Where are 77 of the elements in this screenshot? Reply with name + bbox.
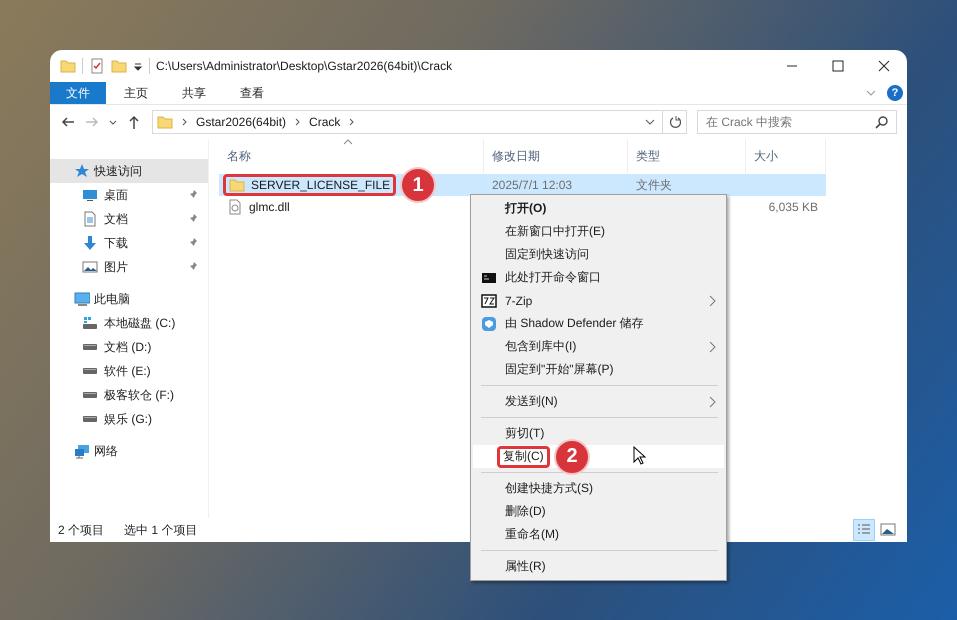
refresh-icon [668,115,681,129]
column-header[interactable]: 修改日期 [484,139,628,173]
table-cell: 2025/7/1 12:03 [492,178,572,192]
sidebar-item[interactable]: 网络 [50,439,208,463]
address-bar[interactable]: Gstar2026(64bit) Crack [152,110,664,134]
table-cell: 文件夹 [636,178,672,192]
refresh-button[interactable] [663,110,687,134]
file-icon [227,199,243,215]
menu-item[interactable]: 由 Shadow Defender 储存 [473,312,724,335]
menu-item[interactable]: 7-Zip [473,289,724,312]
chevron-right-icon [181,116,188,128]
item-count: 2 个项目 [58,522,104,538]
sidebar-item[interactable]: 图片 [50,255,208,279]
file-name: glmc.dll [249,200,290,214]
search-field[interactable]: 在 Crack 中搜索 [697,110,897,134]
file-name: SERVER_LICENSE_FILE [251,178,390,192]
menu-item[interactable]: 删除(D) [473,500,724,523]
drive-icon [83,344,97,350]
ribbon-tab[interactable]: 主页 [108,82,164,104]
menu-item[interactable]: 包含到库中(I) [473,335,724,358]
menu-item-label: 复制(C) [503,448,544,465]
view-button[interactable] [853,519,875,541]
sidebar-item[interactable]: 文档 (D:) [50,335,208,359]
sidebar-item[interactable]: 软件 (E:) [50,359,208,383]
drive-icon [83,368,97,374]
sidebar-item[interactable]: 桌面 [50,183,208,207]
sidebar-item[interactable]: 本地磁盘 (C:) [50,311,208,335]
search-icon [875,115,889,129]
ribbon-tab[interactable]: 文件 [50,82,106,104]
step-badge: 1 [400,167,436,203]
menu-item[interactable]: 创建快捷方式(S) [473,477,724,500]
sidebar-item[interactable]: 文档 [50,207,208,231]
sidebar-item[interactable]: 极客软仓 (F:) [50,383,208,407]
drive-icon [83,416,97,422]
close-icon [878,60,890,72]
archive-icon [481,292,497,308]
drive-icon [82,315,98,331]
folder-icon [229,177,245,193]
star-icon [74,163,90,179]
help-button[interactable]: ? [887,85,903,101]
table-cell: 6,035 KB [768,200,818,214]
breadcrumb-item[interactable]: Gstar2026(64bit) [196,115,286,129]
maximize-icon [832,60,844,72]
breadcrumb-item[interactable]: Crack [309,115,340,129]
drive-icon [83,392,97,398]
column-header[interactable]: 类型 [628,139,746,173]
step-badge: 2 [554,438,590,474]
ribbon-tab[interactable]: 共享 [166,82,222,104]
down-arrow-icon [82,235,98,251]
monitor-icon [82,187,98,203]
chevron-right-icon [348,116,356,128]
mouse-pointer-icon [633,446,647,466]
network-icon [74,443,90,459]
sidebar-item[interactable]: 快速访问 [50,159,208,183]
picture-icon [82,259,98,275]
selection-count: 选中 1 个项目 [124,522,198,538]
menu-item[interactable]: 固定到快速访问 [473,243,724,266]
window-title: C:\Users\Administrator\Desktop\Gstar2026(64bit)\Crack [156,59,452,73]
sidebar-item[interactable]: 下载 [50,231,208,255]
menu-item[interactable]: 此处打开命令窗口 [473,266,724,289]
sidebar-item[interactable]: 此电脑 [50,287,208,311]
computer-icon [74,291,90,307]
menu-item[interactable]: 发送到(N) [473,390,724,413]
sidebar-item[interactable]: 娱乐 (G:) [50,407,208,431]
document-icon [82,211,98,227]
menu-item[interactable]: 属性(R) [473,555,724,578]
chevron-right-icon [294,116,302,128]
shield-icon [481,316,497,332]
ribbon-tab[interactable]: 查看 [224,82,280,104]
picture-icon [880,522,896,538]
menu-item[interactable]: 重命名(M) [473,523,724,546]
folder-icon [157,114,173,130]
checklist-icon[interactable] [89,58,105,74]
menu-item[interactable]: 在新窗口中打开(E) [473,220,724,243]
menu-item[interactable]: 固定到"开始"屏幕(P) [473,358,724,381]
menu-item[interactable]: 打开(O) [473,197,724,220]
column-header[interactable]: 大小 [746,139,826,173]
